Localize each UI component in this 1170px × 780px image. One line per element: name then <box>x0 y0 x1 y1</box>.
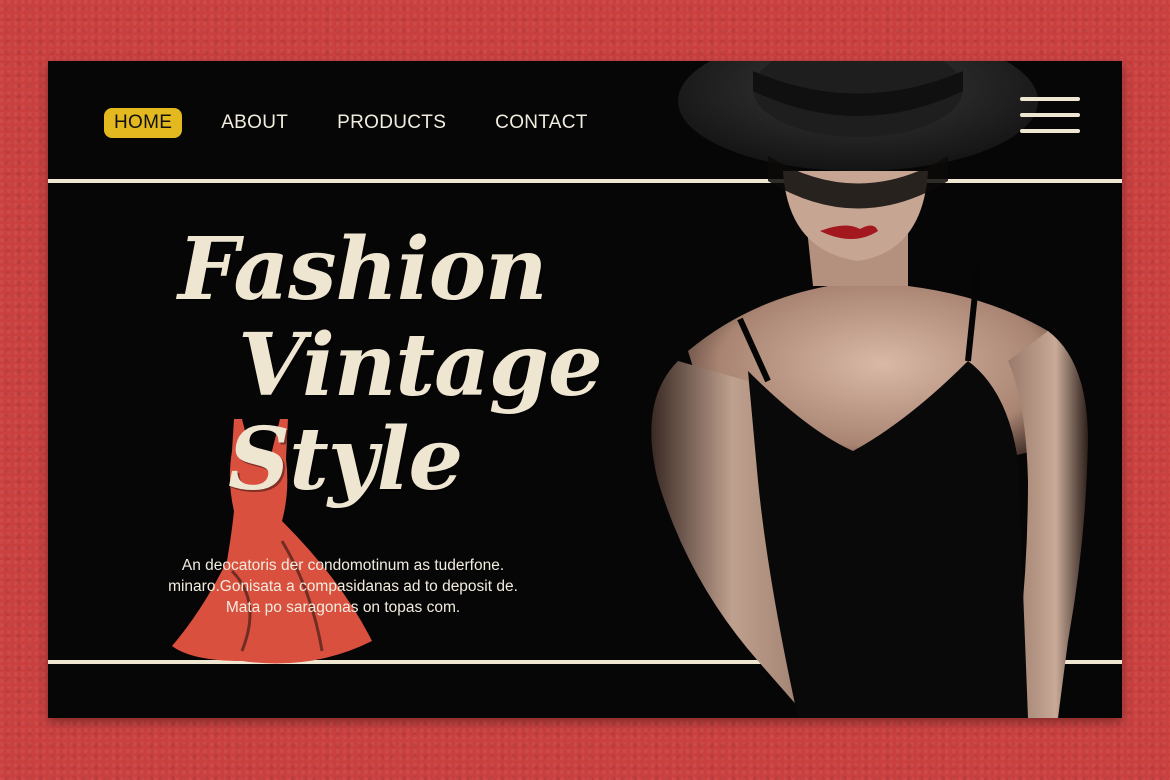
main-nav: HOME ABOUT PRODUCTS CONTACT <box>104 107 627 139</box>
description-line-3: Mata po saragonas on topas com. <box>225 599 461 616</box>
hero-title-line-3: Style <box>228 409 463 510</box>
hero-description: An deocatoris der condomotinum as tuderf… <box>158 555 528 618</box>
hero-title-line-1: Fashion <box>178 219 548 320</box>
menu-bar <box>1020 113 1080 117</box>
description-line-1: An deocatoris der condomotinum as tuderf… <box>181 557 505 574</box>
hamburger-menu-icon[interactable] <box>1020 95 1080 139</box>
nav-products[interactable]: PRODUCTS <box>327 108 456 138</box>
nav-home[interactable]: HOME <box>104 108 183 138</box>
menu-bar <box>1020 129 1080 133</box>
landing-page-frame: HOME ABOUT PRODUCTS CONTACT Fashion Vint… <box>48 61 1122 718</box>
hero-title-line-2: Vintage <box>238 315 603 416</box>
nav-about[interactable]: ABOUT <box>211 108 298 138</box>
nav-contact[interactable]: CONTACT <box>485 108 598 138</box>
menu-bar <box>1020 97 1080 101</box>
model-photo <box>651 61 1088 718</box>
hero-headline: Fashion Vintage Style <box>158 211 678 664</box>
description-line-2: minaro.Gonisata a compasidanas ad to dep… <box>168 578 518 595</box>
